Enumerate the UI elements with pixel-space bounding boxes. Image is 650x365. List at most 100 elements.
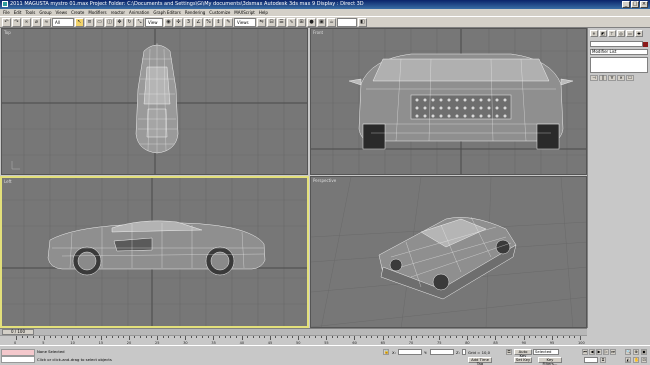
material-editor-icon[interactable]: ●: [307, 17, 316, 27]
viewport-perspective[interactable]: Perspective: [310, 176, 587, 328]
curve-editor-icon[interactable]: ∿: [287, 17, 296, 27]
viewport-label-top[interactable]: Top: [4, 30, 11, 35]
maximize-viewport-icon[interactable]: ⊡: [641, 357, 647, 363]
zoom-all-icon[interactable]: ⊕: [633, 349, 639, 355]
previous-frame-icon[interactable]: ◀: [589, 349, 595, 355]
move-icon[interactable]: ✥: [115, 17, 124, 27]
x-coordinate-field[interactable]: [398, 349, 422, 355]
zoom-icon[interactable]: 🔍: [625, 349, 631, 355]
go-to-start-icon[interactable]: ⏮: [582, 349, 588, 355]
percent-snap-icon[interactable]: %: [204, 17, 213, 27]
edit-named-selection-icon[interactable]: ✎: [224, 17, 233, 27]
select-by-name-icon[interactable]: ≡: [85, 17, 94, 27]
next-frame-icon[interactable]: ▷: [603, 349, 609, 355]
named-selection-dropdown[interactable]: Views: [234, 17, 256, 27]
menu-views[interactable]: Views: [56, 9, 68, 16]
modifier-stack[interactable]: [590, 57, 648, 73]
align-icon[interactable]: ⊟: [267, 17, 276, 27]
configure-modifier-sets-icon[interactable]: ☐: [626, 75, 634, 81]
add-time-tag-button[interactable]: Add Time Tag: [468, 357, 492, 365]
pin-stack-icon[interactable]: ⊣: [590, 75, 598, 81]
motion-tab-icon[interactable]: ◎: [617, 30, 625, 37]
close-button[interactable]: ×: [640, 1, 648, 8]
go-to-end-icon[interactable]: ⏭: [610, 349, 616, 355]
rectangular-selection-icon[interactable]: ▭: [95, 17, 104, 27]
quick-render-icon[interactable]: ☕: [327, 17, 336, 27]
key-mode-dropdown[interactable]: Selected: [533, 349, 559, 355]
key-filters-button[interactable]: Key Filters...: [538, 357, 562, 365]
menu-maxscript[interactable]: MAXScript: [234, 9, 255, 16]
viewport-label-front[interactable]: Front: [313, 30, 323, 35]
menu-tools[interactable]: Tools: [25, 9, 35, 16]
set-key-button[interactable]: Set Key: [514, 357, 532, 363]
listener-input[interactable]: [1, 349, 35, 356]
auto-key-button[interactable]: Auto Key: [514, 349, 532, 358]
menu-group[interactable]: Group: [39, 9, 51, 16]
viewport-left[interactable]: Left: [0, 176, 309, 328]
menu-reactor[interactable]: reactor: [111, 9, 125, 16]
viewport-front[interactable]: Front: [310, 28, 587, 175]
snaps-toggle-icon[interactable]: 3: [184, 17, 193, 27]
menu-rendering[interactable]: Rendering: [185, 9, 205, 16]
current-frame-field[interactable]: [584, 357, 598, 363]
play-icon[interactable]: ▶: [596, 349, 602, 355]
window-crossing-icon[interactable]: ◫: [105, 17, 114, 27]
angle-snap-icon[interactable]: ∠: [194, 17, 203, 27]
viewport-label-left[interactable]: Left: [4, 179, 12, 184]
viewport-top[interactable]: Top: [1, 28, 308, 175]
track-bar[interactable]: 0 5 10 15 20 25 30 35 40 45 50 55 60 65 70 75 80 85 90 95 10…: [0, 335, 587, 345]
menu-help[interactable]: Help: [259, 9, 268, 16]
y-coordinate-field[interactable]: [430, 349, 454, 355]
modify-tab-icon[interactable]: ◩: [599, 30, 607, 37]
listener-output[interactable]: [1, 356, 35, 363]
menu-modifiers[interactable]: Modifiers: [88, 9, 106, 16]
viewport-label-perspective[interactable]: Perspective: [313, 178, 336, 183]
zoom-extents-icon[interactable]: ▣: [641, 349, 647, 355]
object-color-swatch[interactable]: [643, 42, 648, 47]
minimize-button[interactable]: _: [622, 1, 630, 8]
modifier-list-dropdown[interactable]: Modifier List: [590, 49, 648, 55]
object-name-field[interactable]: [590, 41, 648, 47]
key-mode-icon[interactable]: ⚿: [506, 349, 512, 355]
render-scene-icon[interactable]: ▣: [317, 17, 326, 27]
rotate-icon[interactable]: ↻: [125, 17, 134, 27]
render-type-dropdown[interactable]: [337, 17, 357, 27]
time-slider[interactable]: 0 / 100: [0, 328, 587, 335]
selection-filter-dropdown[interactable]: All: [52, 17, 74, 27]
render-last-icon[interactable]: ◧: [358, 17, 367, 27]
undo-icon[interactable]: ↶: [2, 17, 11, 27]
display-tab-icon[interactable]: ▭: [626, 30, 634, 37]
schematic-view-icon[interactable]: ⊞: [297, 17, 306, 27]
maxscript-mini-listener[interactable]: [1, 349, 35, 363]
field-of-view-icon[interactable]: ◭: [625, 357, 631, 363]
show-end-result-icon[interactable]: ‖: [599, 75, 607, 81]
maximize-button[interactable]: □: [631, 1, 639, 8]
create-tab-icon[interactable]: ✳: [590, 30, 598, 37]
pan-icon[interactable]: ✋: [633, 357, 639, 363]
remove-modifier-icon[interactable]: ✕: [617, 75, 625, 81]
menu-animation[interactable]: Animation: [129, 9, 149, 16]
select-object-icon[interactable]: ↖: [75, 17, 84, 27]
spinner-snap-icon[interactable]: ⇕: [214, 17, 223, 27]
menu-edit[interactable]: Edit: [14, 9, 22, 16]
layer-manager-icon[interactable]: ☰: [277, 17, 286, 27]
reference-coord-dropdown[interactable]: View: [145, 17, 163, 27]
link-icon[interactable]: ∞: [22, 17, 31, 27]
select-manipulate-icon[interactable]: ✣: [174, 17, 183, 27]
menu-create[interactable]: Create: [71, 9, 84, 16]
menu-customize[interactable]: Customize: [209, 9, 230, 16]
menu-graph-editors[interactable]: Graph Editors: [153, 9, 180, 16]
make-unique-icon[interactable]: ∀: [608, 75, 616, 81]
lock-selection-icon[interactable]: 🔒: [383, 349, 389, 355]
z-coordinate-field[interactable]: [462, 349, 466, 355]
utilities-tab-icon[interactable]: ✚: [635, 30, 643, 37]
redo-icon[interactable]: ↷: [12, 17, 21, 27]
time-config-icon[interactable]: ⧖: [600, 357, 606, 363]
unlink-icon[interactable]: ⌀: [32, 17, 41, 27]
menu-file[interactable]: File: [3, 9, 10, 16]
mirror-icon[interactable]: ⇋: [257, 17, 266, 27]
pivot-center-icon[interactable]: ◉: [164, 17, 173, 27]
scale-icon[interactable]: ⤡: [135, 17, 144, 27]
hierarchy-tab-icon[interactable]: ⊤: [608, 30, 616, 37]
bind-space-warp-icon[interactable]: ≈: [42, 17, 51, 27]
